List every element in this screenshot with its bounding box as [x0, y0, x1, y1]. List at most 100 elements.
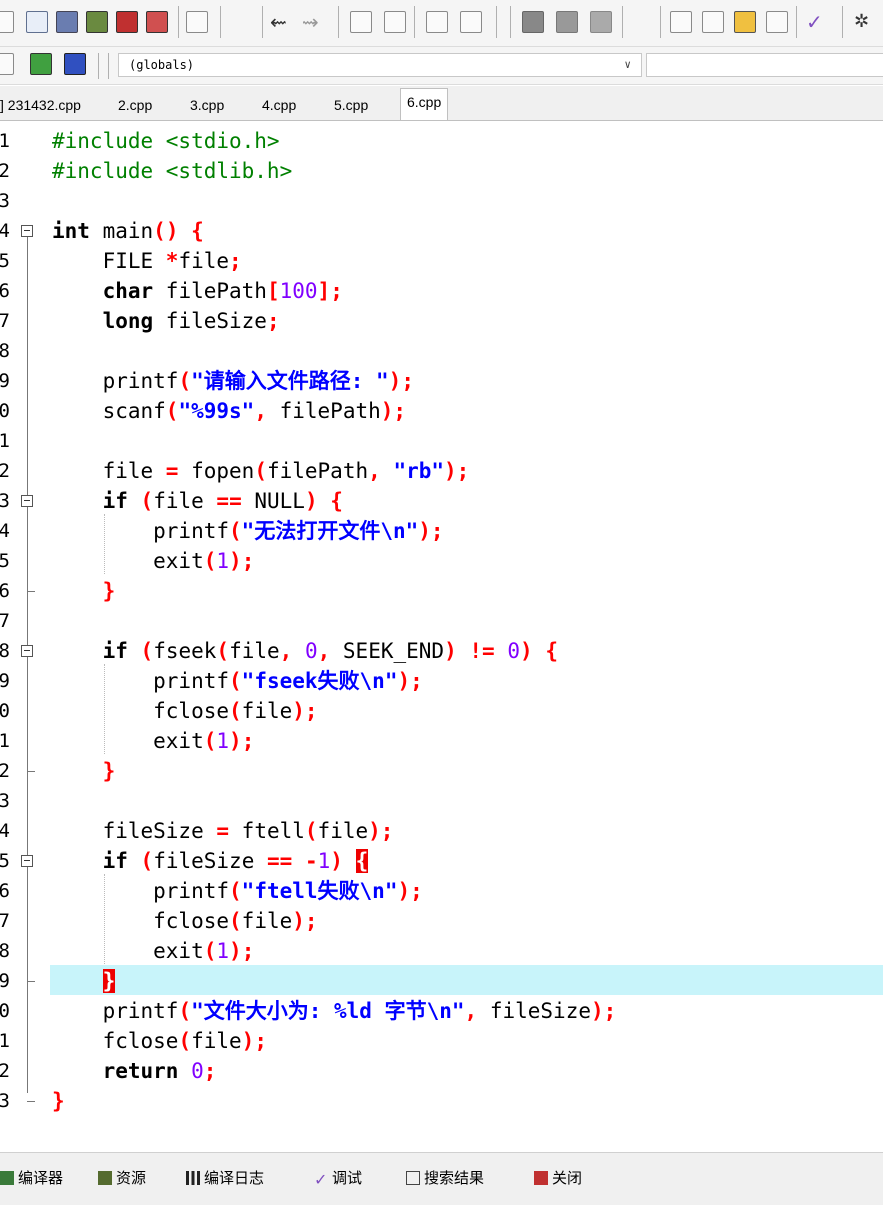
line-number: 1	[0, 430, 10, 452]
code-line[interactable]: printf("fseek失败\n");	[52, 666, 423, 696]
code-line[interactable]: if (fseek(file, 0, SEEK_END) != 0) {	[52, 636, 558, 666]
symbol-select[interactable]	[646, 53, 883, 77]
code-line[interactable]: printf("文件大小为: %ld 字节\n", fileSize);	[52, 996, 617, 1026]
code-line[interactable]: #include <stdlib.h>	[52, 156, 292, 186]
code-line[interactable]: }	[52, 756, 116, 786]
code-line[interactable]: exit(1);	[52, 936, 254, 966]
line-number: 0	[0, 1000, 10, 1022]
add-icon[interactable]	[30, 53, 52, 75]
replace-icon[interactable]	[384, 11, 406, 33]
search-icon[interactable]	[350, 11, 372, 33]
window-icon[interactable]	[702, 11, 724, 33]
code-line[interactable]: scanf("%99s", filePath);	[52, 396, 407, 426]
code-line[interactable]: exit(1);	[52, 546, 254, 576]
insert-icon[interactable]	[64, 53, 86, 75]
code-line[interactable]: fclose(file);	[52, 1026, 267, 1056]
tab-6-cpp[interactable]: 6.cpp	[400, 88, 449, 120]
code-line[interactable]: fclose(file);	[52, 696, 317, 726]
tab-search-results[interactable]: 搜索结果	[406, 1165, 484, 1191]
scope-select[interactable]: (globals) ∨	[118, 53, 642, 77]
code-line[interactable]: printf("无法打开文件\n");	[52, 516, 443, 546]
code-line[interactable]: return 0;	[52, 1056, 217, 1086]
save-icon[interactable]	[56, 11, 78, 33]
code-line[interactable]: long fileSize;	[52, 306, 280, 336]
debug-icon: ✓	[314, 1170, 328, 1189]
tab-5-cpp[interactable]: 5.cpp	[334, 92, 368, 120]
line-number: 6	[0, 280, 10, 302]
tab-4-cpp[interactable]: 4.cpp	[262, 92, 296, 120]
print-icon[interactable]	[186, 11, 208, 33]
tab-2-cpp[interactable]: 2.cpp	[118, 92, 152, 120]
line-number: 5	[0, 550, 10, 572]
code-line[interactable]: if (fileSize == -1) {	[52, 846, 369, 876]
line-number: 2	[0, 1060, 10, 1082]
scope-value: (globals)	[129, 58, 195, 72]
fold-toggle-icon[interactable]	[21, 645, 33, 657]
code-line[interactable]: }	[52, 576, 116, 606]
fold-toggle-icon[interactable]	[21, 495, 33, 507]
tab-compiler[interactable]: 编译器	[0, 1165, 63, 1191]
code-line[interactable]: exit(1);	[52, 726, 254, 756]
code-line[interactable]: FILE *file;	[52, 246, 242, 276]
tab-debug[interactable]: ✓ 调试	[314, 1165, 362, 1191]
line-number: 4	[0, 820, 10, 842]
code-editor[interactable]: 1 2 3 4 5 6 7 8 9 0 1 2 3 4 5 6 7 8 9 0 …	[0, 121, 883, 1151]
code-line[interactable]: char filePath[100];	[52, 276, 343, 306]
line-number: 3	[0, 1090, 10, 1112]
fold-end-marker	[27, 1101, 35, 1102]
class-browser-icon[interactable]	[0, 53, 14, 75]
tab-resources[interactable]: 资源	[98, 1165, 146, 1191]
line-number: 0	[0, 400, 10, 422]
code-line[interactable]: if (file == NULL) {	[52, 486, 343, 516]
tab-231432-cpp[interactable]: ] 231432.cpp	[0, 92, 81, 120]
redo-icon[interactable]: ⇝	[302, 11, 324, 33]
tab-label: 调试	[332, 1169, 363, 1187]
new-file-icon[interactable]	[0, 11, 14, 33]
fold-toggle-icon[interactable]	[21, 225, 33, 237]
line-number: 8	[0, 340, 10, 362]
tools-icon[interactable]: ✲	[854, 11, 876, 33]
line-number: 9	[0, 970, 10, 992]
tab-label: 编译日志	[204, 1169, 265, 1187]
undo-icon[interactable]: ⇜	[270, 11, 292, 33]
indent-icon[interactable]	[426, 11, 448, 33]
project-icon[interactable]	[734, 11, 756, 33]
tab-3-cpp[interactable]: 3.cpp	[190, 92, 224, 120]
line-number: 6	[0, 880, 10, 902]
save-all-icon[interactable]	[86, 11, 108, 33]
tab-close[interactable]: 关闭	[534, 1165, 582, 1191]
compiler-icon	[0, 1171, 14, 1185]
fold-line	[27, 237, 28, 1093]
code-line[interactable]: }	[52, 966, 116, 996]
layout-icon[interactable]	[766, 11, 788, 33]
grid-icon[interactable]	[670, 11, 692, 33]
resources-icon	[98, 1171, 112, 1185]
code-line[interactable]: printf("请输入文件路径: ");	[52, 366, 414, 396]
code-line[interactable]: file = fopen(filePath, "rb");	[52, 456, 470, 486]
search-results-icon	[406, 1171, 420, 1185]
code-line[interactable]: int main() {	[52, 216, 204, 246]
line-number: 2	[0, 460, 10, 482]
fold-toggle-icon[interactable]	[21, 855, 33, 867]
close-icon[interactable]	[116, 11, 138, 33]
close-all-icon[interactable]	[146, 11, 168, 33]
tab-compile-log[interactable]: 编译日志	[186, 1165, 264, 1191]
compile-log-icon	[186, 1171, 200, 1185]
code-line[interactable]: #include <stdio.h>	[52, 126, 280, 156]
fold-end-marker	[27, 771, 35, 772]
unindent-icon[interactable]	[460, 11, 482, 33]
open-file-icon[interactable]	[26, 11, 48, 33]
main-toolbar: ⇜ ⇝ ✓ ✲	[0, 0, 883, 47]
line-number: 6	[0, 580, 10, 602]
code-line[interactable]: fileSize = ftell(file);	[52, 816, 394, 846]
line-number: 9	[0, 670, 10, 692]
bookmark-prev-icon[interactable]	[556, 11, 578, 33]
check-icon[interactable]: ✓	[806, 11, 828, 33]
line-number: 5	[0, 250, 10, 272]
code-line[interactable]: fclose(file);	[52, 906, 317, 936]
bookmark-next-icon[interactable]	[590, 11, 612, 33]
code-line[interactable]: printf("ftell失败\n");	[52, 876, 423, 906]
line-number: 1	[0, 130, 10, 152]
bookmark-icon[interactable]	[522, 11, 544, 33]
code-line[interactable]: }	[52, 1086, 65, 1116]
